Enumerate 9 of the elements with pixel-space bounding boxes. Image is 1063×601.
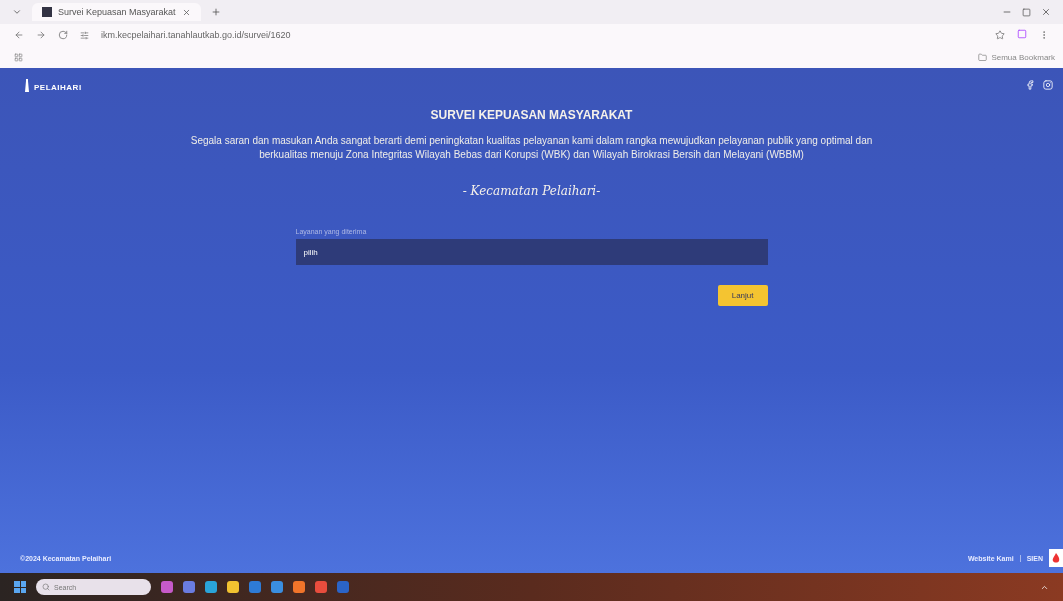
next-button[interactable]: Lanjut <box>717 285 768 306</box>
intro-text: Segala saran dan masukan Anda sangat berarti demi peningkatan kualitas pelayanan kami dalam rangka mewujudkan pelayanan publik yang optimal dan berkualitas menuju Zona Integritas Wilayah Bebas dari Korupsi (WBK) dan Wilayah Birokrasi Bersih dan Melayani (WBBM) <box>189 134 874 162</box>
bookmarks-link[interactable]: Semua Bookmark <box>991 52 1055 62</box>
address-bar[interactable]: ikm.kecpelaihari.tanahlautkab.go.id/survei/1620 <box>101 30 291 40</box>
browser-tab[interactable]: Survei Kepuasan Masyarakat <box>32 3 201 21</box>
site-logo[interactable]: PELAIHARI <box>22 78 82 92</box>
service-select[interactable]: pilih <box>295 239 768 265</box>
signature-text: - Kecamatan Pelaihari- <box>462 184 601 198</box>
survey-title: SURVEI KEPUASAN MASYARAKAT <box>430 108 633 122</box>
